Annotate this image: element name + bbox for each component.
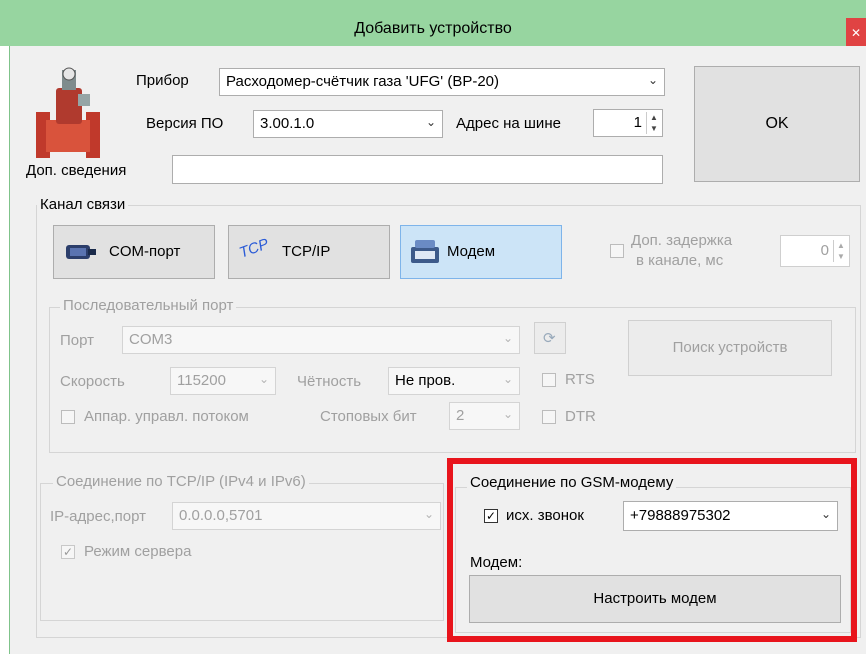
dtr-checkbox[interactable] — [542, 410, 556, 424]
chevron-down-icon: ⌄ — [502, 331, 513, 345]
tcp-ip-button[interactable]: TCP TCP/IP — [228, 225, 390, 279]
chevron-down-icon: ⌄ — [647, 73, 658, 87]
chevron-down-icon: ⌄ — [820, 507, 831, 521]
gas-meter-icon — [36, 67, 100, 158]
extra-info-label: Доп. сведения — [26, 162, 127, 179]
spin-arrows-icon[interactable]: ▲ ▼ — [833, 240, 848, 262]
firmware-select[interactable]: 3.00.1.0 ⌄ — [253, 110, 443, 138]
extra-delay-checkbox[interactable] — [610, 244, 624, 258]
speed-label: Скорость — [60, 373, 125, 390]
modem-button[interactable]: Модем — [400, 225, 562, 279]
extra-delay-stepper[interactable]: 0 ▲ ▼ — [780, 235, 850, 267]
refresh-icon: ⟳ — [543, 330, 556, 347]
search-devices-button[interactable]: Поиск устройств — [628, 320, 832, 376]
configure-modem-button[interactable]: Настроить модем — [469, 575, 841, 623]
outgoing-call-label: исх. звонок — [506, 507, 584, 524]
gsm-group-label: Соединение по GSM-модему — [467, 474, 677, 491]
extra-delay-label-2: в канале, мс — [636, 252, 724, 269]
spin-arrows-icon[interactable]: ▲ ▼ — [646, 112, 661, 134]
ip-port-field[interactable]: 0.0.0.0,5701 ⌄ — [172, 502, 441, 530]
extra-delay-label-1: Доп. задержка — [631, 232, 733, 249]
rts-label: RTS — [565, 371, 595, 388]
port-select[interactable]: COM3 ⌄ — [122, 326, 520, 354]
modem-icon — [411, 240, 439, 263]
stop-bits-label: Стоповых бит — [320, 408, 417, 425]
device-label: Прибор — [136, 72, 189, 89]
stop-bits-select[interactable]: 2 ⌄ — [449, 402, 520, 430]
server-mode-label: Режим сервера — [84, 543, 192, 560]
extra-info-field[interactable] — [172, 155, 663, 184]
tcp-group-label: Соединение по TCP/IP (IPv4 и IPv6) — [53, 473, 309, 490]
serial-port-icon — [66, 245, 96, 259]
close-icon: ✕ — [850, 26, 862, 40]
chevron-down-icon: ⌄ — [425, 115, 436, 129]
rts-checkbox[interactable] — [542, 373, 556, 387]
close-button[interactable]: ✕ — [846, 18, 866, 48]
serial-group-label: Последовательный порт — [60, 297, 237, 314]
ok-button[interactable]: OK — [694, 66, 860, 182]
parity-label: Чётность — [297, 373, 362, 390]
firmware-label: Версия ПО — [146, 115, 224, 132]
refresh-ports-button[interactable]: ⟳ — [534, 322, 566, 354]
ip-port-label: IP-адрес,порт — [50, 508, 146, 525]
chevron-down-icon: ⌄ — [258, 372, 269, 386]
port-label: Порт — [60, 332, 95, 349]
modem-label: Модем: — [470, 554, 523, 571]
tcp-icon: TCP — [236, 235, 272, 262]
phone-number-select[interactable]: +79888975302 ⌄ — [623, 501, 838, 531]
chevron-down-icon: ⌄ — [502, 407, 513, 421]
outgoing-call-checkbox[interactable]: ✓ — [484, 509, 498, 523]
chevron-down-icon: ⌄ — [502, 372, 513, 386]
bus-address-stepper[interactable]: 1 ▲ ▼ — [593, 109, 663, 137]
channel-group-label: Канал связи — [37, 196, 129, 213]
chevron-down-icon: ⌄ — [423, 507, 434, 521]
flow-control-label: Аппар. управл. потоком — [84, 408, 249, 425]
window-title: Добавить устройство — [354, 20, 512, 37]
com-port-button[interactable]: COM-порт — [53, 225, 215, 279]
dialog-body: Прибор Расходомер-счётчик газа 'UFG' (BP… — [9, 46, 866, 654]
flow-control-checkbox[interactable] — [61, 410, 75, 424]
device-select[interactable]: Расходомер-счётчик газа 'UFG' (BP-20) ⌄ — [219, 68, 665, 96]
speed-select[interactable]: 115200 ⌄ — [170, 367, 276, 395]
bus-address-label: Адрес на шине — [456, 115, 561, 132]
parity-select[interactable]: Не пров. ⌄ — [388, 367, 520, 395]
dtr-label: DTR — [565, 408, 596, 425]
server-mode-checkbox[interactable]: ✓ — [61, 545, 75, 559]
